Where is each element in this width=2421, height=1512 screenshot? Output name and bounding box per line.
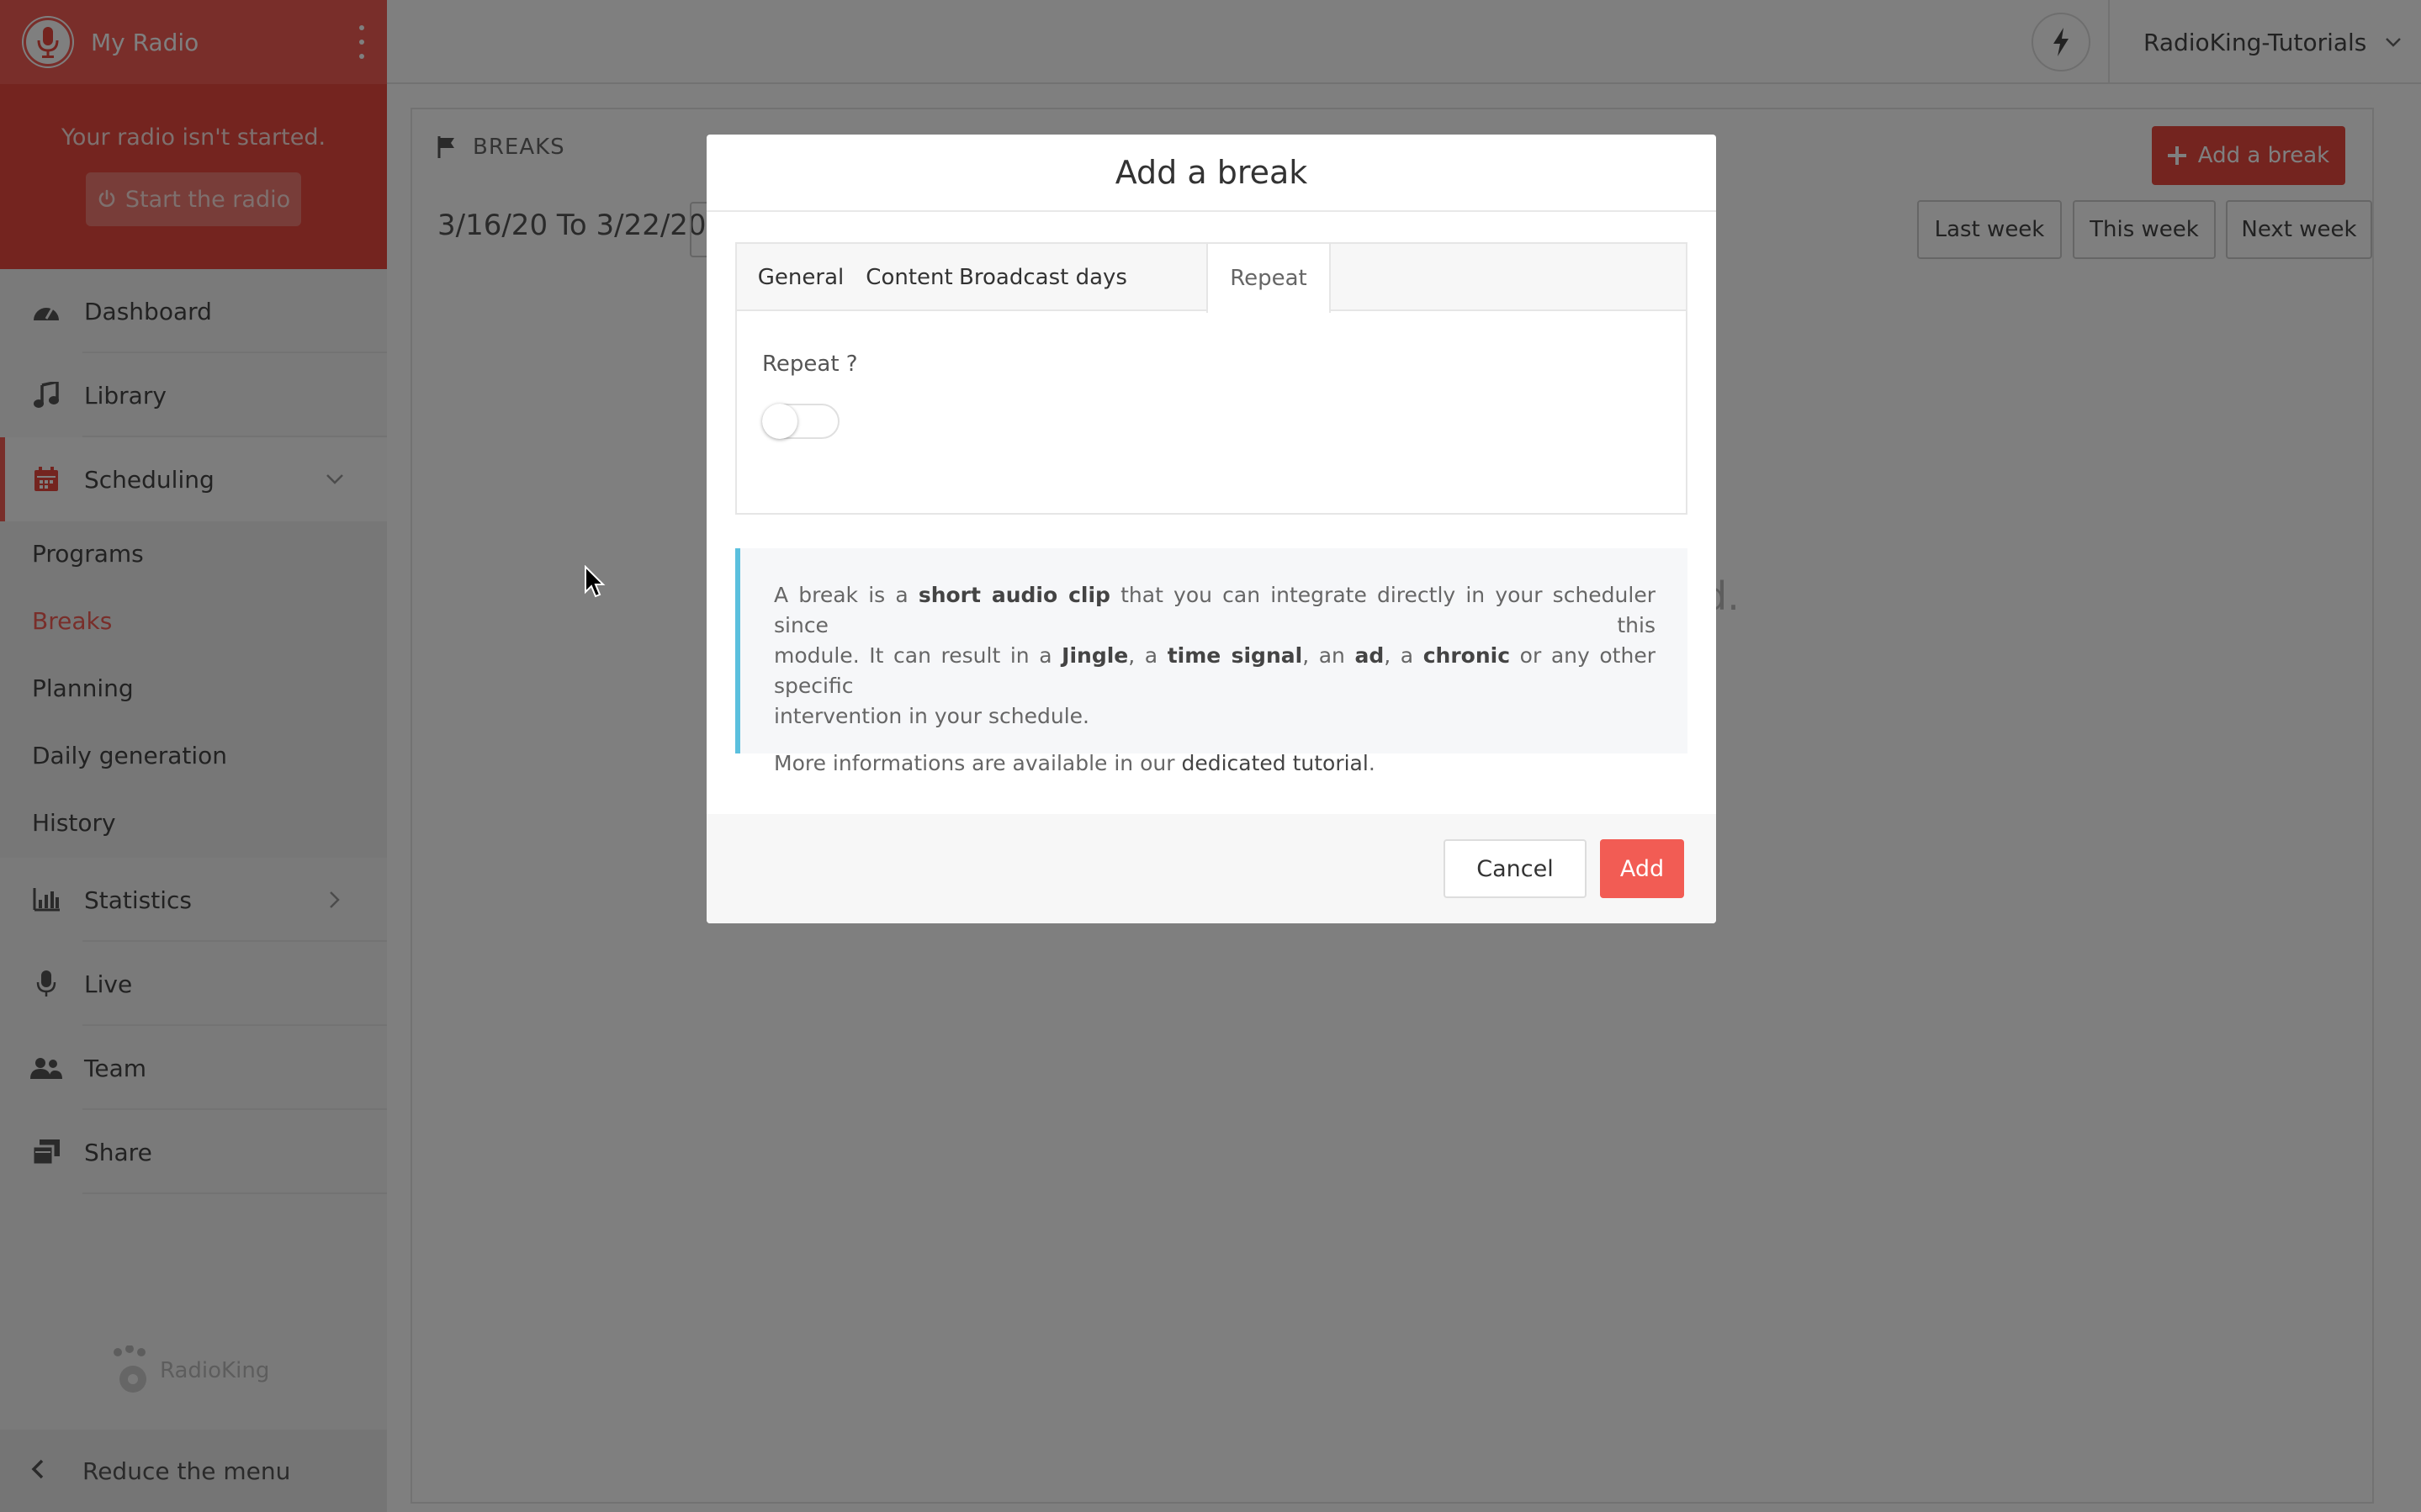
cancel-button[interactable]: Cancel: [1444, 839, 1587, 898]
tabs-bar: General Content Broadcast days Repeat: [737, 244, 1686, 313]
modal-footer: Cancel Add: [707, 814, 1716, 923]
mouse-cursor-icon: [585, 565, 606, 598]
info-line-2: module. It can result in a Jingle, a tim…: [774, 643, 1655, 698]
info-callout: A break is a short audio clip that you c…: [735, 548, 1687, 775]
dedicated-tutorial-link[interactable]: dedicated tutorial: [1181, 751, 1368, 775]
info-line-1: A break is a short audio clip that you c…: [774, 583, 1656, 637]
modal-title: Add a break: [1115, 154, 1308, 191]
tab-broadcast-days[interactable]: Broadcast days: [954, 244, 1132, 311]
add-break-modal: Add a break General Content Broadcast da…: [707, 135, 1716, 923]
tab-general[interactable]: General: [737, 244, 865, 311]
tab-repeat[interactable]: Repeat: [1206, 244, 1331, 313]
tab-content[interactable]: Content: [865, 244, 954, 311]
toggle-knob: [762, 404, 797, 439]
info-line-3: intervention in your schedule.: [774, 704, 1089, 728]
add-button[interactable]: Add: [1600, 839, 1684, 898]
repeat-label: Repeat ?: [762, 352, 858, 377]
modal-header: Add a break: [707, 135, 1716, 212]
tabs-panel: General Content Broadcast days Repeat Re…: [735, 242, 1687, 515]
repeat-toggle[interactable]: [762, 404, 840, 439]
info-more: More informations are available in our d…: [774, 751, 1375, 775]
